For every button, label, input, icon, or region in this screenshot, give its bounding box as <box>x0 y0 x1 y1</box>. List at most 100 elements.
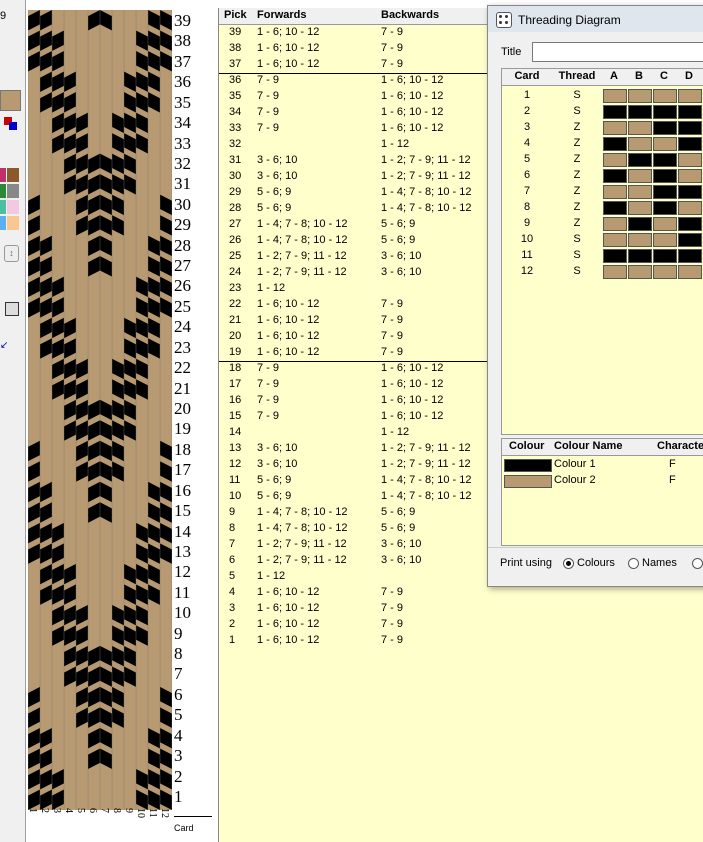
thread-direction-cell[interactable]: S <box>554 233 600 245</box>
grid-backwards-cell[interactable]: 1 - 2; 7 - 9; 11 - 12 <box>381 170 471 182</box>
card-row[interactable]: 7Z <box>502 184 703 200</box>
grid-forwards-cell[interactable]: 3 - 6; 10 <box>257 442 297 454</box>
grid-forwards-cell[interactable]: 1 - 2; 7 - 9; 11 - 12 <box>257 250 347 262</box>
colour-character[interactable]: F <box>669 474 676 486</box>
grid-forwards-cell[interactable]: 1 - 6; 10 - 12 <box>257 586 319 598</box>
hole-colour-swatch[interactable] <box>603 169 627 183</box>
grid-backwards-cell[interactable]: 7 - 9 <box>381 346 403 358</box>
palette-swatch-7[interactable] <box>0 216 6 230</box>
grid-backwards-cell[interactable]: 7 - 9 <box>381 26 403 38</box>
grid-forwards-cell[interactable]: 5 - 6; 9 <box>257 186 291 198</box>
hole-colour-swatch[interactable] <box>678 185 702 199</box>
card-row[interactable]: 12 S <box>502 264 703 280</box>
grid-backwards-cell[interactable]: 7 - 9 <box>381 618 403 630</box>
thread-direction-cell[interactable]: Z <box>554 137 600 149</box>
colour-row[interactable]: Colour 2 F <box>502 473 703 489</box>
title-input[interactable] <box>532 42 703 62</box>
grid-forwards-cell[interactable]: 1 - 12 <box>257 570 285 582</box>
grid-backwards-cell[interactable]: 5 - 6; 9 <box>381 522 415 534</box>
grid-forwards-cell[interactable]: 7 - 9 <box>257 378 279 390</box>
hole-colour-swatch[interactable] <box>628 201 652 215</box>
grid-backwards-cell[interactable]: 7 - 9 <box>381 42 403 54</box>
palette-swatch-2[interactable] <box>7 168 19 182</box>
palette-swatch-4[interactable] <box>7 184 19 198</box>
grid-backwards-cell[interactable]: 1 - 6; 10 - 12 <box>381 106 443 118</box>
grid-forwards-cell[interactable]: 1 - 6; 10 - 12 <box>257 58 319 70</box>
grid-row[interactable]: 3 1 - 6; 10 - 12 7 - 9 <box>219 601 703 617</box>
grid-forwards-cell[interactable]: 1 - 6; 10 - 12 <box>257 314 319 326</box>
card-row[interactable]: 9Z <box>502 216 703 232</box>
forwards-header[interactable]: Forwards <box>257 9 307 21</box>
grid-forwards-cell[interactable]: 1 - 2; 7 - 9; 11 - 12 <box>257 554 347 566</box>
hole-colour-swatch[interactable] <box>653 201 677 215</box>
names-radio-label[interactable]: Names <box>642 557 677 569</box>
grid-backwards-cell[interactable]: 7 - 9 <box>381 314 403 326</box>
grid-forwards-cell[interactable]: 7 - 9 <box>257 362 279 374</box>
grid-backwards-cell[interactable]: 3 - 6; 10 <box>381 250 421 262</box>
grid-forwards-cell[interactable]: 1 - 6; 10 - 12 <box>257 26 319 38</box>
hole-colour-swatch[interactable] <box>653 265 677 279</box>
thread-direction-cell[interactable]: S <box>554 265 600 277</box>
hole-colour-swatch[interactable] <box>678 233 702 247</box>
grid-backwards-cell[interactable]: 1 - 6; 10 - 12 <box>381 122 443 134</box>
hole-colour-swatch[interactable] <box>678 105 702 119</box>
hole-c-header[interactable]: C <box>653 70 675 82</box>
hole-colour-swatch[interactable] <box>603 233 627 247</box>
hole-colour-swatch[interactable] <box>678 265 702 279</box>
grid-forwards-cell[interactable]: 1 - 6; 10 - 12 <box>257 346 319 358</box>
hole-colour-swatch[interactable] <box>603 105 627 119</box>
hole-colour-swatch[interactable] <box>603 137 627 151</box>
edit-icon[interactable] <box>5 302 19 316</box>
pick-header[interactable]: Pick <box>224 9 247 21</box>
hole-colour-swatch[interactable] <box>628 265 652 279</box>
grid-backwards-cell[interactable]: 1 - 6; 10 - 12 <box>381 362 443 374</box>
colour-swatch[interactable] <box>504 459 552 472</box>
card-threading-table[interactable]: Card Thread A B C D 1 S 2 S 3 Z 4 Z 5 Z 6 Z 7 Z 8 Z 9 Z 10… <box>501 68 703 435</box>
card-row[interactable]: 6Z <box>502 168 703 184</box>
hole-colour-swatch[interactable] <box>628 233 652 247</box>
grid-forwards-cell[interactable]: 1 - 12 <box>257 282 285 294</box>
hole-colour-swatch[interactable] <box>603 249 627 263</box>
hole-colour-swatch[interactable] <box>653 105 677 119</box>
spin-icon[interactable]: ↕ <box>4 245 19 262</box>
colour-name-col-header[interactable]: Colour Name <box>554 440 622 452</box>
colour-name[interactable]: Colour 2 <box>554 474 596 486</box>
hole-d-header[interactable]: D <box>678 70 700 82</box>
hole-colour-swatch[interactable] <box>603 89 627 103</box>
grid-backwards-cell[interactable]: 1 - 2; 7 - 9; 11 - 12 <box>381 442 471 454</box>
colour-character[interactable]: F <box>669 458 676 470</box>
grid-forwards-cell[interactable]: 5 - 6; 9 <box>257 490 291 502</box>
grid-forwards-cell[interactable]: 7 - 9 <box>257 122 279 134</box>
grid-backwards-cell[interactable]: 1 - 6; 10 - 12 <box>381 410 443 422</box>
grid-forwards-cell[interactable]: 5 - 6; 9 <box>257 202 291 214</box>
threading-diagram-dialog[interactable]: Threading Diagram Title Card Thread A B … <box>487 5 703 587</box>
card-col-header[interactable]: Card <box>502 70 552 82</box>
card-row[interactable]: 10 S <box>502 232 703 248</box>
hole-colour-swatch[interactable] <box>603 217 627 231</box>
hole-colour-swatch[interactable] <box>653 121 677 135</box>
thread-direction-cell[interactable]: Z <box>554 153 600 165</box>
grid-forwards-cell[interactable]: 7 - 9 <box>257 90 279 102</box>
hole-colour-swatch[interactable] <box>603 121 627 135</box>
grid-forwards-cell[interactable]: 3 - 6; 10 <box>257 170 297 182</box>
grid-forwards-cell[interactable]: 3 - 6; 10 <box>257 154 297 166</box>
grid-backwards-cell[interactable]: 1 - 4; 7 - 8; 10 - 12 <box>381 186 472 198</box>
grid-backwards-cell[interactable]: 3 - 6; 10 <box>381 538 421 550</box>
grid-row[interactable]: 2 1 - 6; 10 - 12 7 - 9 <box>219 617 703 633</box>
grid-forwards-cell[interactable]: 7 - 9 <box>257 106 279 118</box>
grid-forwards-cell[interactable]: 1 - 4; 7 - 8; 10 - 12 <box>257 234 348 246</box>
hole-colour-swatch[interactable] <box>678 169 702 183</box>
grid-forwards-cell[interactable]: 7 - 9 <box>257 74 279 86</box>
palette-swatch-1[interactable] <box>0 168 6 182</box>
thread-col-header[interactable]: Thread <box>554 70 600 82</box>
palette-swatch-8[interactable] <box>7 216 19 230</box>
colours-radio-label[interactable]: Colours <box>577 557 615 569</box>
hole-colour-swatch[interactable] <box>603 201 627 215</box>
grid-backwards-cell[interactable]: 1 - 12 <box>381 426 409 438</box>
hole-a-header[interactable]: A <box>603 70 625 82</box>
hole-colour-swatch[interactable] <box>603 153 627 167</box>
grid-forwards-cell[interactable]: 5 - 6; 9 <box>257 474 291 486</box>
grid-backwards-cell[interactable]: 7 - 9 <box>381 58 403 70</box>
grid-backwards-cell[interactable]: 1 - 6; 10 - 12 <box>381 90 443 102</box>
grid-forwards-cell[interactable]: 7 - 9 <box>257 394 279 406</box>
